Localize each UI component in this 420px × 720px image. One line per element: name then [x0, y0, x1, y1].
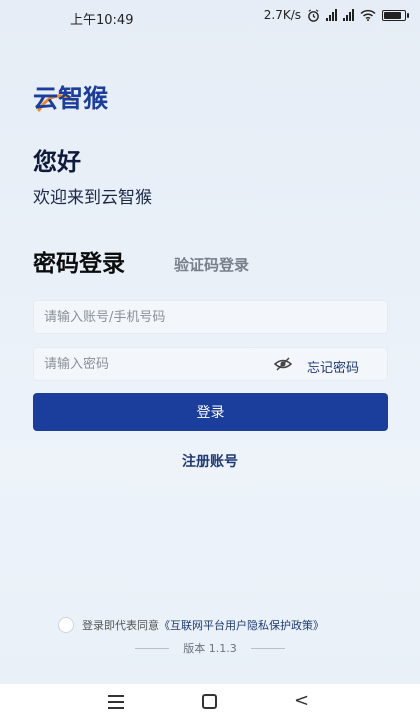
alarm-icon — [308, 8, 319, 22]
status-bar: 上午10:49 2.7K/s — [0, 0, 420, 34]
forgot-password-link[interactable]: 忘记密码 — [307, 357, 359, 376]
wifi-icon — [360, 9, 376, 21]
signal-icon — [326, 9, 337, 21]
password-input[interactable] — [34, 348, 254, 380]
login-button[interactable]: 登录 — [33, 393, 388, 431]
welcome-text: 欢迎来到云智猴 — [33, 188, 152, 208]
privacy-policy-link[interactable]: 《互联网平台用户隐私保护政策》 — [159, 617, 324, 633]
eye-closed-icon[interactable] — [274, 357, 292, 371]
agreement-row: 登录即代表同意 《互联网平台用户隐私保护政策》 — [58, 617, 324, 633]
back-icon[interactable]: < — [294, 690, 309, 711]
divider — [250, 647, 285, 649]
password-field-container: 忘记密码 — [33, 347, 388, 381]
app-logo: 云智猴 — [33, 84, 109, 113]
tab-code-login[interactable]: 验证码登录 — [174, 254, 249, 275]
version-text: 版本 1.1.3 — [183, 642, 237, 655]
tab-password-login[interactable]: 密码登录 — [33, 244, 125, 278]
home-icon[interactable] — [202, 694, 217, 709]
menu-icon[interactable] — [108, 695, 124, 709]
register-link[interactable]: 注册账号 — [0, 451, 420, 471]
battery-icon — [382, 9, 409, 21]
greeting-title: 您好 — [33, 148, 81, 176]
version-row: 版本 1.1.3 — [0, 640, 420, 656]
account-input[interactable] — [34, 301, 254, 333]
divider — [135, 647, 170, 649]
agreement-checkbox[interactable] — [58, 617, 74, 633]
agreement-prefix: 登录即代表同意 — [82, 619, 159, 632]
system-nav-bar: < — [0, 684, 420, 720]
logo-text: 云智猴 — [33, 84, 109, 113]
status-icons: 2.7K/s — [263, 8, 409, 22]
account-field-container — [33, 300, 388, 334]
network-speed: 2.7K/s — [263, 8, 301, 22]
signal-icon — [343, 9, 354, 21]
status-time: 上午10:49 — [70, 13, 134, 28]
